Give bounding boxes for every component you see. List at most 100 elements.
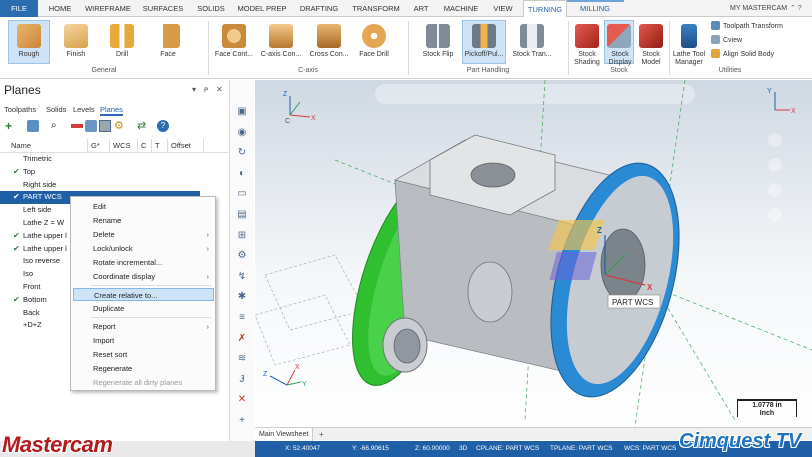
subtab-solids[interactable]: Solids [46,103,66,116]
panel-menu-icon[interactable]: ▾ [192,85,196,94]
tab-file[interactable]: FILE [0,0,38,17]
menu-item[interactable]: Import [71,334,215,347]
toolpath-transform-button[interactable]: Toolpath Transform [711,21,783,30]
cview-button[interactable]: Cview [711,35,742,44]
c-axis-contour-button[interactable]: C-axis Con... [258,20,304,58]
finish-button[interactable]: Finish [56,20,96,58]
plus-icon[interactable]: + [236,415,248,427]
plane-grid-icon[interactable] [99,120,111,132]
menu-item[interactable]: Duplicate [71,302,215,315]
tab-drafting[interactable]: DRAFTING [294,0,344,17]
menu-item[interactable]: Coordinate display › [71,270,215,283]
save-icon[interactable]: ▤ [236,209,248,221]
stock-display-button[interactable]: Stock Display [604,20,634,66]
plane-arrow-icon[interactable] [85,120,97,132]
layers-icon[interactable]: ≡ [236,312,248,324]
stock-flip-button[interactable]: Stock Flip [418,20,458,58]
status-wcs[interactable]: WCS: PART WCS [624,441,676,457]
curve-icon[interactable]: ↯ [236,271,248,283]
gear-icon[interactable]: ⚙ [114,120,126,132]
page-icon[interactable]: ▭ [236,188,248,200]
help-icon[interactable]: ? [157,120,169,132]
plane-row[interactable]: Trimetric [0,153,228,166]
panel-close-icon[interactable]: ✕ [216,85,223,94]
status-tplane[interactable]: TPLANE: PART WCS [550,441,613,457]
tab-machine[interactable]: MACHINE [438,0,484,17]
tab-view[interactable]: VIEW [488,0,518,17]
refresh-icon[interactable]: ⇄ [137,120,149,132]
check-icon: ✔ [13,166,20,176]
wave-icon[interactable]: ≋ [236,353,248,365]
add-viewsheet-button[interactable]: + [319,428,324,441]
gear-icon[interactable]: ⚙ [236,250,248,262]
asterisk-icon[interactable]: ✱ [236,291,248,303]
menu-item[interactable]: Create relative to... [73,288,214,301]
menu-item[interactable]: Delete › [71,228,215,241]
col-wcs[interactable]: WCS [110,139,138,153]
submenu-arrow-icon: › [206,322,210,331]
tab-surfaces[interactable]: SURFACES [138,0,188,17]
plane-row[interactable]: Right side [0,179,228,192]
stock-transfer-button[interactable]: Stock Tran... [510,20,554,58]
lathe-tool-manager-button[interactable]: Lathe Tool Manager [672,20,706,67]
subtab-toolpaths[interactable]: Toolpaths [4,103,36,116]
camera-icon[interactable]: ◉ [236,127,248,139]
stock-shading-button[interactable]: Stock Shading [572,20,602,67]
drill-button[interactable]: Drill [102,20,142,58]
plane-row[interactable]: ✔ Top [0,166,228,179]
cross-contour-button[interactable]: Cross Con... [306,20,352,58]
tab-transform[interactable]: TRANSFORM [348,0,404,17]
status-cplane[interactable]: CPLANE: PART WCS [476,441,539,457]
panel-pin-icon[interactable]: ᴘ [204,85,208,94]
view-cube-icon[interactable]: ▣ [236,106,248,118]
tab-milling[interactable]: MILLING [572,0,618,17]
tool-icon[interactable]: Ɉ [236,374,248,386]
my-mastercam-label[interactable]: MY MASTERCAM [730,0,787,17]
face-contour-button[interactable]: Face Cont... [212,20,256,58]
tab-model-prep[interactable]: MODEL PREP [234,0,290,17]
face-drill-button[interactable]: Face Drill [354,20,394,58]
align-solid-body-button[interactable]: Align Solid Body [711,49,774,58]
pickoff-pull-button[interactable]: Pickoff/Pul... [462,20,506,64]
rough-button[interactable]: Rough [8,20,50,64]
tab-home[interactable]: HOME [42,0,78,17]
col-c[interactable]: C [138,139,152,153]
plane-row-name: Lathe Z = W [23,217,65,227]
col-offset[interactable]: Offset [168,139,204,153]
cross-contour-icon [317,24,341,48]
shade-icon[interactable]: ◐ [236,168,248,180]
drill-label: Drill [115,51,129,58]
menu-item[interactable]: Reset sort [71,348,215,361]
subtab-levels[interactable]: Levels [73,103,95,116]
menu-item[interactable]: Report › [71,320,215,333]
status-mode[interactable]: 3D [459,441,467,457]
front-boss [467,261,513,323]
col-t[interactable]: T [152,139,168,153]
menu-item[interactable]: Rename [71,214,215,227]
menu-item[interactable]: Edit [71,200,215,213]
plane-select-icon[interactable] [27,120,39,132]
close-icon[interactable]: ✕ [236,394,248,406]
ribbon-options-icon[interactable]: ⌃ ? [790,0,802,17]
menu-item[interactable]: Rotate incremental... [71,256,215,269]
tab-solids[interactable]: SOLIDS [192,0,230,17]
add-plane-icon[interactable]: + [5,120,17,132]
search-icon[interactable]: ⌕ [51,120,63,132]
menu-item[interactable]: Regenerate [71,362,215,375]
delete-x-icon[interactable]: ✗ [236,333,248,345]
tab-turning[interactable]: TURNING [523,0,567,18]
graphics-viewport[interactable]: Z X PART WCS Z X C Y X Z X Y [255,80,812,427]
rotate-icon[interactable]: ↻ [236,147,248,159]
menu-item[interactable]: Lock/unlock › [71,242,215,255]
face-button[interactable]: Face [148,20,188,58]
stock-model-button[interactable]: Stock Model [636,20,666,67]
subtab-planes[interactable]: Planes [100,103,123,116]
gnomon-z-label: Z [283,91,288,98]
col-g[interactable]: G* [88,139,110,153]
col-name[interactable]: Name [8,139,88,153]
tab-main-viewsheet[interactable]: Main Viewsheet [255,428,314,441]
plane-equal-icon[interactable] [71,124,83,128]
tab-art[interactable]: ART [408,0,434,17]
fit-icon[interactable]: ⊞ [236,230,248,242]
tab-wireframe[interactable]: WIREFRAME [82,0,134,17]
